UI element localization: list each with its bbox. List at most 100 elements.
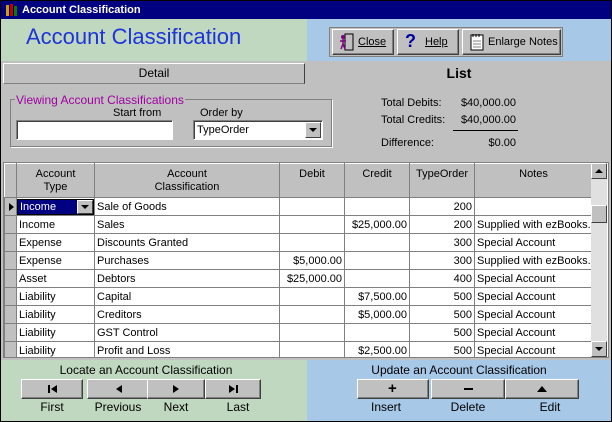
table-row[interactable]: Liability Profit and Loss $2,500.00 500 …	[4, 341, 593, 357]
title-bar[interactable]: Account Classification	[1, 1, 611, 19]
cell-credit[interactable]: $25,000.00	[344, 215, 410, 234]
cell-notes[interactable]: Supplied with ezBooks.	[474, 251, 593, 270]
col-header-typeorder[interactable]: TypeOrder	[409, 163, 475, 198]
cell-account-type[interactable]: Expense	[16, 251, 95, 270]
cell-notes[interactable]: Special Account	[474, 341, 593, 357]
tab-list[interactable]: List	[307, 63, 611, 85]
cell-notes[interactable]: Special Account	[474, 323, 593, 342]
cell-typeorder[interactable]: 300	[409, 251, 475, 270]
cell-account-type[interactable]: Liability	[16, 305, 95, 324]
cell-debit[interactable]	[279, 341, 345, 357]
cell-credit[interactable]	[344, 197, 410, 216]
cell-classification[interactable]: Purchases	[94, 251, 280, 270]
previous-button[interactable]	[87, 379, 149, 399]
cell-notes[interactable]: Special Account	[474, 233, 593, 252]
row-selector[interactable]	[4, 323, 17, 342]
scroll-up-button[interactable]	[591, 163, 607, 179]
row-selector[interactable]	[4, 233, 17, 252]
table-row[interactable]: Expense Discounts Granted 300 Special Ac…	[4, 233, 593, 252]
cell-typeorder[interactable]: 200	[409, 197, 475, 216]
cell-classification[interactable]: Discounts Granted	[94, 233, 280, 252]
table-row[interactable]: Liability Capital $7,500.00 500 Special …	[4, 287, 593, 306]
cell-debit[interactable]	[279, 215, 345, 234]
first-button[interactable]	[21, 379, 83, 399]
cell-classification[interactable]: Sales	[94, 215, 280, 234]
cell-typeorder[interactable]: 500	[409, 305, 475, 324]
cell-credit[interactable]: $7,500.00	[344, 287, 410, 306]
cell-typeorder[interactable]: 500	[409, 323, 475, 342]
cell-debit[interactable]	[279, 287, 345, 306]
cell-debit[interactable]	[279, 197, 345, 216]
table-row[interactable]: Liability Creditors $5,000.00 500 Specia…	[4, 305, 593, 324]
cell-notes[interactable]	[474, 197, 593, 216]
cell-classification[interactable]: Debtors	[94, 269, 280, 288]
table-row[interactable]: Expense Purchases $5,000.00 300 Supplied…	[4, 251, 593, 270]
grid-vertical-scrollbar[interactable]	[591, 163, 607, 357]
col-header-account-type[interactable]: Account Type	[16, 163, 95, 198]
cell-credit[interactable]	[344, 323, 410, 342]
last-button[interactable]	[205, 379, 261, 399]
cell-account-type[interactable]: Liability	[16, 341, 95, 357]
scroll-down-button[interactable]	[591, 341, 607, 357]
cell-debit[interactable]: $5,000.00	[279, 251, 345, 270]
col-header-credit[interactable]: Credit	[344, 163, 410, 198]
cell-debit[interactable]: $25,000.00	[279, 269, 345, 288]
scroll-thumb[interactable]	[591, 205, 607, 223]
account-type-select[interactable]: Income	[17, 198, 94, 215]
cell-debit[interactable]	[279, 305, 345, 324]
cell-credit[interactable]: $5,000.00	[344, 305, 410, 324]
next-button[interactable]	[147, 379, 205, 399]
help-button[interactable]: ? Help	[397, 29, 459, 55]
order-by-select[interactable]: TypeOrder	[193, 120, 323, 140]
edit-button[interactable]	[505, 379, 579, 399]
cell-typeorder[interactable]: 500	[409, 341, 475, 357]
cell-typeorder[interactable]: 200	[409, 215, 475, 234]
cell-debit[interactable]	[279, 323, 345, 342]
cell-typeorder[interactable]: 500	[409, 287, 475, 306]
cell-notes[interactable]: Supplied with ezBooks.	[474, 215, 593, 234]
cell-classification[interactable]: Profit and Loss	[94, 341, 280, 357]
start-from-input[interactable]	[16, 120, 173, 140]
insert-button[interactable]: +	[357, 379, 429, 399]
cell-account-type[interactable]: Liability	[16, 287, 95, 306]
cell-credit[interactable]: $2,500.00	[344, 341, 410, 357]
cell-credit[interactable]	[344, 251, 410, 270]
cell-credit[interactable]	[344, 233, 410, 252]
order-by-dropdown-button[interactable]	[305, 122, 321, 138]
cell-notes[interactable]: Special Account	[474, 287, 593, 306]
cell-account-type[interactable]: Asset	[16, 269, 95, 288]
account-type-dropdown-button[interactable]	[77, 199, 93, 214]
cell-account-type[interactable]: Liability	[16, 323, 95, 342]
tab-detail[interactable]: Detail	[3, 63, 305, 84]
cell-notes[interactable]: Special Account	[474, 269, 593, 288]
cell-classification[interactable]: Capital	[94, 287, 280, 306]
col-header-debit[interactable]: Debit	[279, 163, 345, 198]
row-selector[interactable]	[4, 269, 17, 288]
cell-notes[interactable]: Special Account	[474, 305, 593, 324]
delete-button[interactable]	[431, 379, 505, 399]
table-row[interactable]: Asset Debtors $25,000.00 400 Special Acc…	[4, 269, 593, 288]
enlarge-notes-button[interactable]: Enlarge Notes	[462, 29, 561, 55]
col-header-account-classification[interactable]: Account Classification	[94, 163, 280, 198]
table-row[interactable]: Liability GST Control 500 Special Accoun…	[4, 323, 593, 342]
close-button[interactable]: Close	[332, 29, 394, 55]
cell-typeorder[interactable]: 300	[409, 233, 475, 252]
row-selector[interactable]	[4, 341, 17, 357]
cell-credit[interactable]	[344, 269, 410, 288]
row-selector[interactable]	[4, 305, 17, 324]
cell-debit[interactable]	[279, 233, 345, 252]
row-selector[interactable]	[4, 287, 17, 306]
cell-account-type[interactable]: Expense	[16, 233, 95, 252]
table-row[interactable]: Income Sales $25,000.00 200 Supplied wit…	[4, 215, 593, 234]
col-header-notes[interactable]: Notes	[474, 163, 593, 198]
cell-classification[interactable]: Sale of Goods	[94, 197, 280, 216]
cell-classification[interactable]: Creditors	[94, 305, 280, 324]
row-selector[interactable]	[4, 197, 17, 216]
table-row[interactable]: Income Sale of Goods 200	[4, 197, 593, 216]
row-selector[interactable]	[4, 215, 17, 234]
cell-typeorder[interactable]: 400	[409, 269, 475, 288]
row-selector[interactable]	[4, 251, 17, 270]
cell-classification[interactable]: GST Control	[94, 323, 280, 342]
cell-account-type[interactable]: Income	[16, 215, 95, 234]
cell-account-type[interactable]: Income	[16, 197, 95, 216]
